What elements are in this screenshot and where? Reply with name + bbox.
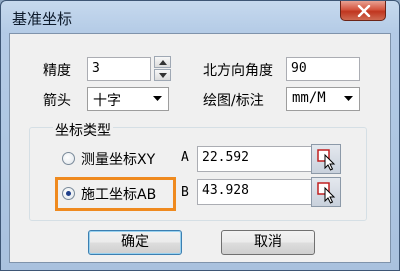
north-angle-label: 北方向角度 — [203, 63, 273, 79]
spin-up-button[interactable] — [154, 56, 171, 68]
precision-label: 精度 — [43, 63, 71, 79]
draw-unit-select[interactable]: mm/M — [286, 87, 360, 111]
field-a-label: A — [181, 150, 189, 165]
title-bar[interactable]: 基准坐标 — [1, 1, 399, 33]
close-icon — [357, 5, 371, 17]
cancel-button[interactable]: 取消 — [221, 230, 315, 255]
arrow-label: 箭头 — [43, 93, 71, 109]
chevron-down-icon — [153, 96, 162, 101]
pick-a-button[interactable] — [311, 144, 341, 174]
precision-input[interactable]: 3 — [87, 57, 151, 81]
field-a-input[interactable]: 22.592 — [197, 146, 313, 172]
up-arrow-icon — [159, 60, 167, 65]
window-title: 基准坐标 — [12, 10, 73, 28]
construction-coord-radio[interactable] — [62, 187, 75, 200]
survey-coord-radio[interactable] — [62, 152, 75, 165]
pick-point-icon — [317, 149, 336, 171]
construction-coord-label[interactable]: 施工坐标AB — [81, 184, 156, 204]
pick-b-button[interactable] — [311, 177, 341, 207]
arrow-select-value: 十字 — [93, 93, 121, 109]
survey-coord-label[interactable]: 测量坐标XY — [81, 149, 155, 169]
spin-down-button[interactable] — [154, 69, 171, 81]
field-b-label: B — [181, 185, 189, 200]
north-angle-input[interactable]: 90 — [286, 57, 360, 81]
down-arrow-icon — [159, 73, 167, 78]
pick-point-icon — [317, 182, 336, 204]
coord-type-title: 坐标类型 — [53, 120, 113, 140]
ok-button[interactable]: 确定 — [88, 230, 182, 255]
dialog-window: 基准坐标 精度 3 北方向角度 90 箭头 十字 绘图/标注 mm/M 坐标类型… — [0, 0, 400, 271]
precision-spinner[interactable] — [154, 56, 171, 82]
draw-unit-select-value: mm/M — [292, 90, 326, 106]
chevron-down-icon — [344, 96, 353, 101]
close-button[interactable] — [340, 1, 386, 21]
draw-unit-label: 绘图/标注 — [203, 93, 264, 109]
arrow-select[interactable]: 十字 — [87, 87, 169, 111]
field-b-input[interactable]: 43.928 — [197, 179, 313, 205]
